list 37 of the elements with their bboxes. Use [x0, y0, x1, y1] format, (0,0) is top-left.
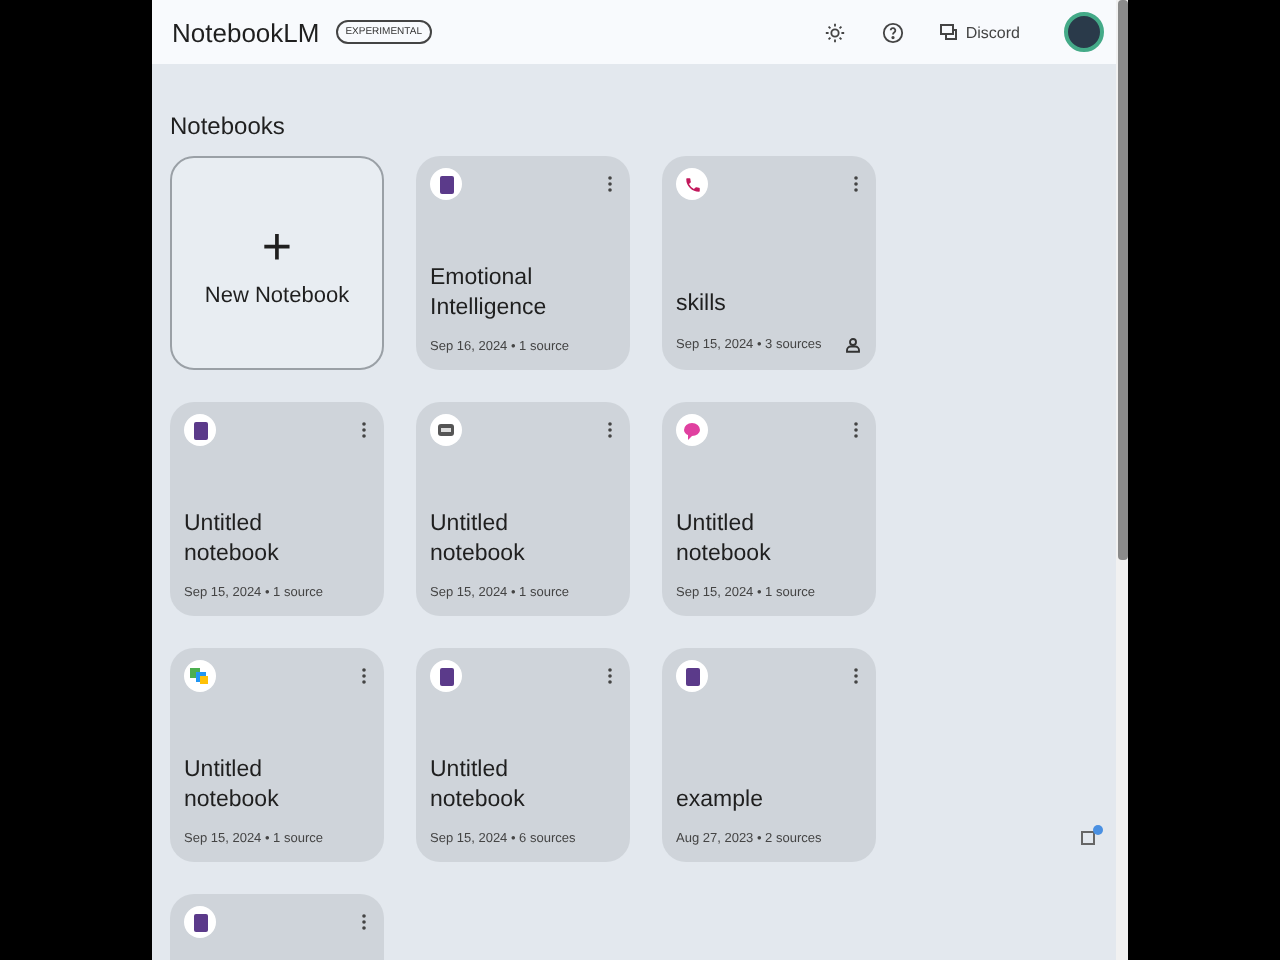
notebook-title: example: [676, 786, 765, 816]
notebook-title: Untitled notebook: [184, 510, 281, 570]
more-button[interactable]: [850, 176, 862, 192]
notebook-title: Untitled notebook: [430, 756, 527, 816]
discord-button[interactable]: Discord: [939, 23, 1020, 41]
notebook-title: Untitled notebook: [676, 510, 773, 570]
notebook-title: Untitled notebook: [430, 510, 527, 570]
notebook-title: Untitled notebook: [184, 756, 281, 816]
brightness-icon: [823, 21, 846, 43]
help-icon: [881, 21, 904, 43]
more-button[interactable]: [604, 668, 616, 684]
phone-icon: [683, 175, 701, 193]
book-icon: [193, 913, 207, 931]
book-icon: [439, 667, 453, 685]
more-button[interactable]: [358, 914, 370, 930]
book-icon: [439, 175, 453, 193]
section-title: Notebooks: [168, 110, 287, 144]
book-icon: [685, 667, 699, 685]
more-button[interactable]: [604, 422, 616, 438]
avatar[interactable]: [1064, 12, 1104, 52]
new-notebook-button[interactable]: + New Notebook: [170, 156, 384, 370]
more-button[interactable]: [604, 176, 616, 192]
notebook-title: skills: [676, 290, 728, 320]
notebook-title: Emotional Intelligence: [430, 264, 549, 324]
layers-icon: [190, 667, 210, 685]
book-icon: [193, 421, 207, 439]
help-button[interactable]: [881, 21, 904, 43]
more-button[interactable]: [358, 668, 370, 684]
app-name: NotebookLM: [172, 17, 320, 47]
theme-button[interactable]: [823, 21, 846, 43]
plus-icon: +: [261, 219, 293, 271]
feedback-icon[interactable]: [1080, 824, 1104, 848]
more-button[interactable]: [358, 422, 370, 438]
chat-icon: [939, 24, 958, 40]
more-button[interactable]: [850, 668, 862, 684]
new-notebook-label: New Notebook: [204, 283, 350, 307]
more-button[interactable]: [850, 422, 862, 438]
